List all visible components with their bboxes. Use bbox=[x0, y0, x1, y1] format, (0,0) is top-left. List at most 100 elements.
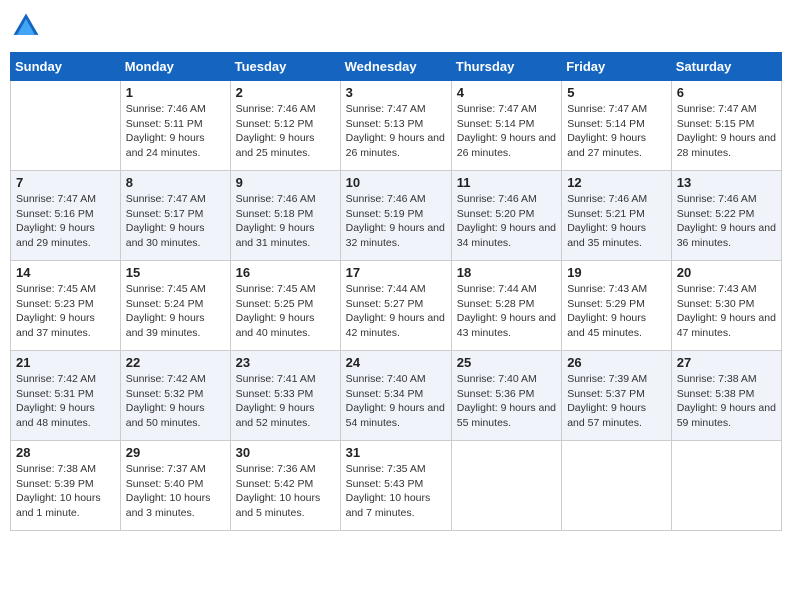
calendar-table: SundayMondayTuesdayWednesdayThursdayFrid… bbox=[10, 52, 782, 531]
calendar-cell bbox=[451, 441, 561, 531]
calendar-week-5: 28 Sunrise: 7:38 AMSunset: 5:39 PMDayligh… bbox=[11, 441, 782, 531]
calendar-cell bbox=[11, 81, 121, 171]
day-number: 11 bbox=[457, 175, 556, 190]
day-number: 16 bbox=[236, 265, 335, 280]
day-header-sunday: Sunday bbox=[11, 53, 121, 81]
day-number: 7 bbox=[16, 175, 115, 190]
calendar-cell: 12Sunrise: 7:46 AMSunset: 5:21 PMDayligh… bbox=[562, 171, 672, 261]
day-header-wednesday: Wednesday bbox=[340, 53, 451, 81]
logo bbox=[10, 10, 46, 42]
day-info: Sunrise: 7:47 AMSunset: 5:14 PMDaylight:… bbox=[567, 102, 666, 161]
calendar-cell: 20 Sunrise: 7:43 AMSunset: 5:30 PMDayligh… bbox=[671, 261, 781, 351]
calendar-cell: 30 Sunrise: 7:36 AMSunset: 5:42 PMDayligh… bbox=[230, 441, 340, 531]
day-info: Sunrise: 7:43 AMSunset: 5:30 PMDaylight:… bbox=[677, 282, 776, 341]
day-header-thursday: Thursday bbox=[451, 53, 561, 81]
calendar-cell: 18Sunrise: 7:44 AMSunset: 5:28 PMDayligh… bbox=[451, 261, 561, 351]
day-number: 26 bbox=[567, 355, 666, 370]
day-number: 14 bbox=[16, 265, 115, 280]
day-number: 29 bbox=[126, 445, 225, 460]
calendar-cell: 7 Sunrise: 7:47 AMSunset: 5:16 PMDaylight… bbox=[11, 171, 121, 261]
day-number: 30 bbox=[236, 445, 335, 460]
day-info: Sunrise: 7:36 AMSunset: 5:42 PMDaylight:… bbox=[236, 462, 335, 521]
day-info: Sunrise: 7:46 AMSunset: 5:21 PMDaylight:… bbox=[567, 192, 666, 251]
calendar-cell: 4 Sunrise: 7:47 AMSunset: 5:14 PMDaylight… bbox=[451, 81, 561, 171]
calendar-cell: 11 Sunrise: 7:46 AMSunset: 5:20 PMDayligh… bbox=[451, 171, 561, 261]
calendar-cell: 15 Sunrise: 7:45 AMSunset: 5:24 PMDayligh… bbox=[120, 261, 230, 351]
calendar-cell: 21 Sunrise: 7:42 AMSunset: 5:31 PMDayligh… bbox=[11, 351, 121, 441]
day-number: 27 bbox=[677, 355, 776, 370]
day-info: Sunrise: 7:46 AMSunset: 5:19 PMDaylight:… bbox=[346, 192, 446, 251]
day-info: Sunrise: 7:37 AMSunset: 5:40 PMDaylight:… bbox=[126, 462, 225, 521]
calendar-cell: 3 Sunrise: 7:47 AMSunset: 5:13 PMDaylight… bbox=[340, 81, 451, 171]
calendar-cell: 25Sunrise: 7:40 AMSunset: 5:36 PMDayligh… bbox=[451, 351, 561, 441]
day-number: 23 bbox=[236, 355, 335, 370]
day-info: Sunrise: 7:47 AMSunset: 5:16 PMDaylight:… bbox=[16, 192, 115, 251]
day-info: Sunrise: 7:38 AMSunset: 5:38 PMDaylight:… bbox=[677, 372, 776, 431]
day-info: Sunrise: 7:46 AMSunset: 5:18 PMDaylight:… bbox=[236, 192, 335, 251]
day-number: 28 bbox=[16, 445, 115, 460]
calendar-cell: 31 Sunrise: 7:35 AMSunset: 5:43 PMDayligh… bbox=[340, 441, 451, 531]
calendar-cell: 14 Sunrise: 7:45 AMSunset: 5:23 PMDayligh… bbox=[11, 261, 121, 351]
calendar-week-3: 14 Sunrise: 7:45 AMSunset: 5:23 PMDayligh… bbox=[11, 261, 782, 351]
day-info: Sunrise: 7:47 AMSunset: 5:15 PMDaylight:… bbox=[677, 102, 776, 161]
day-number: 2 bbox=[236, 85, 335, 100]
day-number: 4 bbox=[457, 85, 556, 100]
day-info: Sunrise: 7:44 AMSunset: 5:27 PMDaylight:… bbox=[346, 282, 446, 341]
day-number: 3 bbox=[346, 85, 446, 100]
day-info: Sunrise: 7:35 AMSunset: 5:43 PMDaylight:… bbox=[346, 462, 446, 521]
day-info: Sunrise: 7:43 AMSunset: 5:29 PMDaylight:… bbox=[567, 282, 666, 341]
day-info: Sunrise: 7:45 AMSunset: 5:25 PMDaylight:… bbox=[236, 282, 335, 341]
calendar-header-row: SundayMondayTuesdayWednesdayThursdayFrid… bbox=[11, 53, 782, 81]
calendar-cell: 2 Sunrise: 7:46 AMSunset: 5:12 PMDaylight… bbox=[230, 81, 340, 171]
day-number: 18 bbox=[457, 265, 556, 280]
day-info: Sunrise: 7:38 AMSunset: 5:39 PMDaylight:… bbox=[16, 462, 115, 521]
day-info: Sunrise: 7:42 AMSunset: 5:31 PMDaylight:… bbox=[16, 372, 115, 431]
calendar-cell: 8Sunrise: 7:47 AMSunset: 5:17 PMDaylight… bbox=[120, 171, 230, 261]
calendar-cell: 29 Sunrise: 7:37 AMSunset: 5:40 PMDayligh… bbox=[120, 441, 230, 531]
day-number: 17 bbox=[346, 265, 446, 280]
day-number: 9 bbox=[236, 175, 335, 190]
calendar-week-4: 21 Sunrise: 7:42 AMSunset: 5:31 PMDayligh… bbox=[11, 351, 782, 441]
day-info: Sunrise: 7:39 AMSunset: 5:37 PMDaylight:… bbox=[567, 372, 666, 431]
calendar-cell: 22Sunrise: 7:42 AMSunset: 5:32 PMDayligh… bbox=[120, 351, 230, 441]
day-info: Sunrise: 7:46 AMSunset: 5:11 PMDaylight:… bbox=[126, 102, 225, 161]
page-header bbox=[10, 10, 782, 42]
calendar-cell: 17 Sunrise: 7:44 AMSunset: 5:27 PMDayligh… bbox=[340, 261, 451, 351]
day-number: 1 bbox=[126, 85, 225, 100]
calendar-cell: 24 Sunrise: 7:40 AMSunset: 5:34 PMDayligh… bbox=[340, 351, 451, 441]
calendar-cell: 9 Sunrise: 7:46 AMSunset: 5:18 PMDaylight… bbox=[230, 171, 340, 261]
day-info: Sunrise: 7:45 AMSunset: 5:24 PMDaylight:… bbox=[126, 282, 225, 341]
day-info: Sunrise: 7:42 AMSunset: 5:32 PMDaylight:… bbox=[126, 372, 225, 431]
day-info: Sunrise: 7:47 AMSunset: 5:14 PMDaylight:… bbox=[457, 102, 556, 161]
calendar-cell bbox=[671, 441, 781, 531]
calendar-cell: 10Sunrise: 7:46 AMSunset: 5:19 PMDayligh… bbox=[340, 171, 451, 261]
day-number: 13 bbox=[677, 175, 776, 190]
day-info: Sunrise: 7:45 AMSunset: 5:23 PMDaylight:… bbox=[16, 282, 115, 341]
day-info: Sunrise: 7:47 AMSunset: 5:17 PMDaylight:… bbox=[126, 192, 225, 251]
calendar-cell: 5Sunrise: 7:47 AMSunset: 5:14 PMDaylight… bbox=[562, 81, 672, 171]
day-info: Sunrise: 7:47 AMSunset: 5:13 PMDaylight:… bbox=[346, 102, 446, 161]
logo-icon bbox=[10, 10, 42, 42]
day-number: 19 bbox=[567, 265, 666, 280]
day-info: Sunrise: 7:46 AMSunset: 5:20 PMDaylight:… bbox=[457, 192, 556, 251]
calendar-cell: 13Sunrise: 7:46 AMSunset: 5:22 PMDayligh… bbox=[671, 171, 781, 261]
day-info: Sunrise: 7:41 AMSunset: 5:33 PMDaylight:… bbox=[236, 372, 335, 431]
day-header-friday: Friday bbox=[562, 53, 672, 81]
calendar-cell: 1 Sunrise: 7:46 AMSunset: 5:11 PMDaylight… bbox=[120, 81, 230, 171]
day-number: 20 bbox=[677, 265, 776, 280]
calendar-cell bbox=[562, 441, 672, 531]
calendar-cell: 27 Sunrise: 7:38 AMSunset: 5:38 PMDayligh… bbox=[671, 351, 781, 441]
calendar-week-2: 7 Sunrise: 7:47 AMSunset: 5:16 PMDaylight… bbox=[11, 171, 782, 261]
day-number: 21 bbox=[16, 355, 115, 370]
day-info: Sunrise: 7:46 AMSunset: 5:12 PMDaylight:… bbox=[236, 102, 335, 161]
day-number: 15 bbox=[126, 265, 225, 280]
day-info: Sunrise: 7:40 AMSunset: 5:34 PMDaylight:… bbox=[346, 372, 446, 431]
day-number: 6 bbox=[677, 85, 776, 100]
calendar-cell: 19 Sunrise: 7:43 AMSunset: 5:29 PMDayligh… bbox=[562, 261, 672, 351]
day-number: 25 bbox=[457, 355, 556, 370]
calendar-week-1: 1 Sunrise: 7:46 AMSunset: 5:11 PMDaylight… bbox=[11, 81, 782, 171]
day-number: 31 bbox=[346, 445, 446, 460]
day-number: 24 bbox=[346, 355, 446, 370]
calendar-cell: 23 Sunrise: 7:41 AMSunset: 5:33 PMDayligh… bbox=[230, 351, 340, 441]
calendar-cell: 28 Sunrise: 7:38 AMSunset: 5:39 PMDayligh… bbox=[11, 441, 121, 531]
